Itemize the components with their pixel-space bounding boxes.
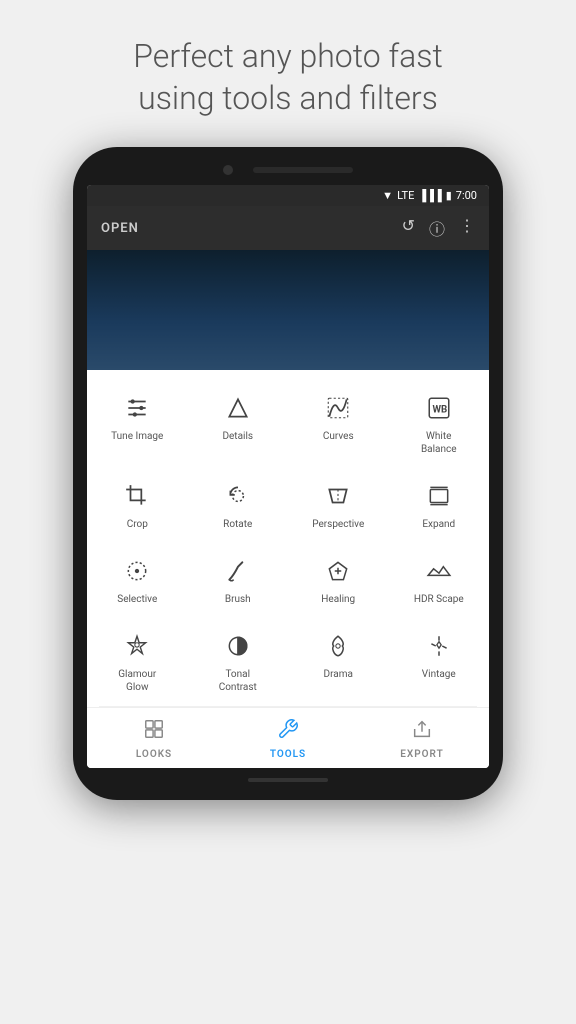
tool-tune-image[interactable]: Tune Image [87, 380, 188, 468]
phone-screen: ▼ LTE ▐▐▐ ▮ 7:00 OPEN ↺ ⓘ ⋮ [87, 185, 489, 768]
hdr-scape-icon [426, 553, 452, 589]
tool-glamour-glow[interactable]: Glamour Glow [87, 618, 188, 706]
curves-label: Curves [323, 430, 354, 443]
tune-image-label: Tune Image [111, 430, 163, 443]
tool-expand[interactable]: Expand [389, 468, 490, 543]
headline: Perfect any photo fastusing tools and fi… [93, 0, 482, 147]
info-icon[interactable]: ⓘ [429, 216, 445, 240]
healing-label: Healing [321, 593, 355, 606]
details-label: Details [222, 430, 253, 443]
drama-icon [325, 628, 351, 664]
battery-icon: ▮ [446, 189, 452, 202]
status-icons: ▼ LTE ▐▐▐ ▮ 7:00 [382, 189, 477, 202]
brush-icon [225, 553, 251, 589]
tune-image-icon [124, 390, 150, 426]
phone-top-bar [87, 165, 489, 175]
tool-white-balance[interactable]: WB White Balance [389, 380, 490, 468]
selective-icon [124, 553, 150, 589]
vintage-label: Vintage [422, 668, 456, 681]
svg-text:WB: WB [432, 405, 447, 416]
camera-dot [223, 165, 233, 175]
white-balance-icon: WB [426, 390, 452, 426]
tool-brush[interactable]: Brush [188, 543, 289, 618]
wifi-icon: ▼ [382, 189, 393, 202]
bottom-nav: LOOKS TOOLS [87, 707, 489, 768]
tool-drama[interactable]: Drama [288, 618, 389, 706]
white-balance-label: White Balance [421, 430, 457, 456]
tool-selective[interactable]: Selective [87, 543, 188, 618]
lte-label: LTE [397, 189, 414, 202]
glamour-glow-label: Glamour Glow [118, 668, 156, 694]
photo-area [87, 250, 489, 370]
expand-label: Expand [422, 518, 455, 531]
vintage-icon [426, 628, 452, 664]
tool-curves[interactable]: Curves [288, 380, 389, 468]
tool-vintage[interactable]: Vintage [389, 618, 490, 706]
tools-label: TOOLS [270, 749, 306, 760]
history-icon[interactable]: ↺ [402, 216, 415, 240]
more-icon[interactable]: ⋮ [459, 216, 475, 240]
open-button[interactable]: OPEN [101, 221, 139, 236]
rotate-icon [225, 478, 251, 514]
tool-tonal-contrast[interactable]: Tonal Contrast [188, 618, 289, 706]
crop-label: Crop [127, 518, 148, 531]
glamour-glow-icon [124, 628, 150, 664]
status-bar: ▼ LTE ▐▐▐ ▮ 7:00 [87, 185, 489, 206]
tool-crop[interactable]: Crop [87, 468, 188, 543]
selective-label: Selective [117, 593, 157, 606]
perspective-label: Perspective [312, 518, 364, 531]
brush-label: Brush [225, 593, 251, 606]
healing-icon [325, 553, 351, 589]
rotate-label: Rotate [223, 518, 252, 531]
tool-perspective[interactable]: Perspective [288, 468, 389, 543]
hdr-scape-label: HDR Scape [414, 593, 464, 606]
tool-healing[interactable]: Healing [288, 543, 389, 618]
app-bar: OPEN ↺ ⓘ ⋮ [87, 206, 489, 250]
time-label: 7:00 [456, 189, 477, 202]
perspective-icon [325, 478, 351, 514]
home-bar [248, 778, 328, 782]
expand-icon [426, 478, 452, 514]
phone-bottom-bar [87, 778, 489, 782]
nav-tools[interactable]: TOOLS [221, 718, 355, 760]
curves-icon [325, 390, 351, 426]
tonal-contrast-icon [225, 628, 251, 664]
phone-frame: ▼ LTE ▐▐▐ ▮ 7:00 OPEN ↺ ⓘ ⋮ [73, 147, 503, 800]
speaker-bar [253, 167, 353, 173]
crop-icon [124, 478, 150, 514]
tools-panel: Tune Image Details [87, 370, 489, 768]
phone-shell: ▼ LTE ▐▐▐ ▮ 7:00 OPEN ↺ ⓘ ⋮ [73, 147, 503, 800]
export-icon [411, 718, 433, 745]
export-label: EXPORT [400, 749, 443, 760]
signal-bars: ▐▐▐ [418, 189, 441, 202]
looks-icon [143, 718, 165, 745]
tool-rotate[interactable]: Rotate [188, 468, 289, 543]
app-bar-icons: ↺ ⓘ ⋮ [402, 216, 475, 240]
tonal-contrast-label: Tonal Contrast [219, 668, 257, 694]
tool-hdr-scape[interactable]: HDR Scape [389, 543, 490, 618]
photo-gradient [87, 250, 489, 370]
looks-label: LOOKS [136, 749, 172, 760]
tools-grid: Tune Image Details [87, 380, 489, 706]
nav-export[interactable]: EXPORT [355, 718, 489, 760]
drama-label: Drama [324, 668, 353, 681]
tool-details[interactable]: Details [188, 380, 289, 468]
details-icon [225, 390, 251, 426]
nav-looks[interactable]: LOOKS [87, 718, 221, 760]
tools-icon [277, 718, 299, 745]
